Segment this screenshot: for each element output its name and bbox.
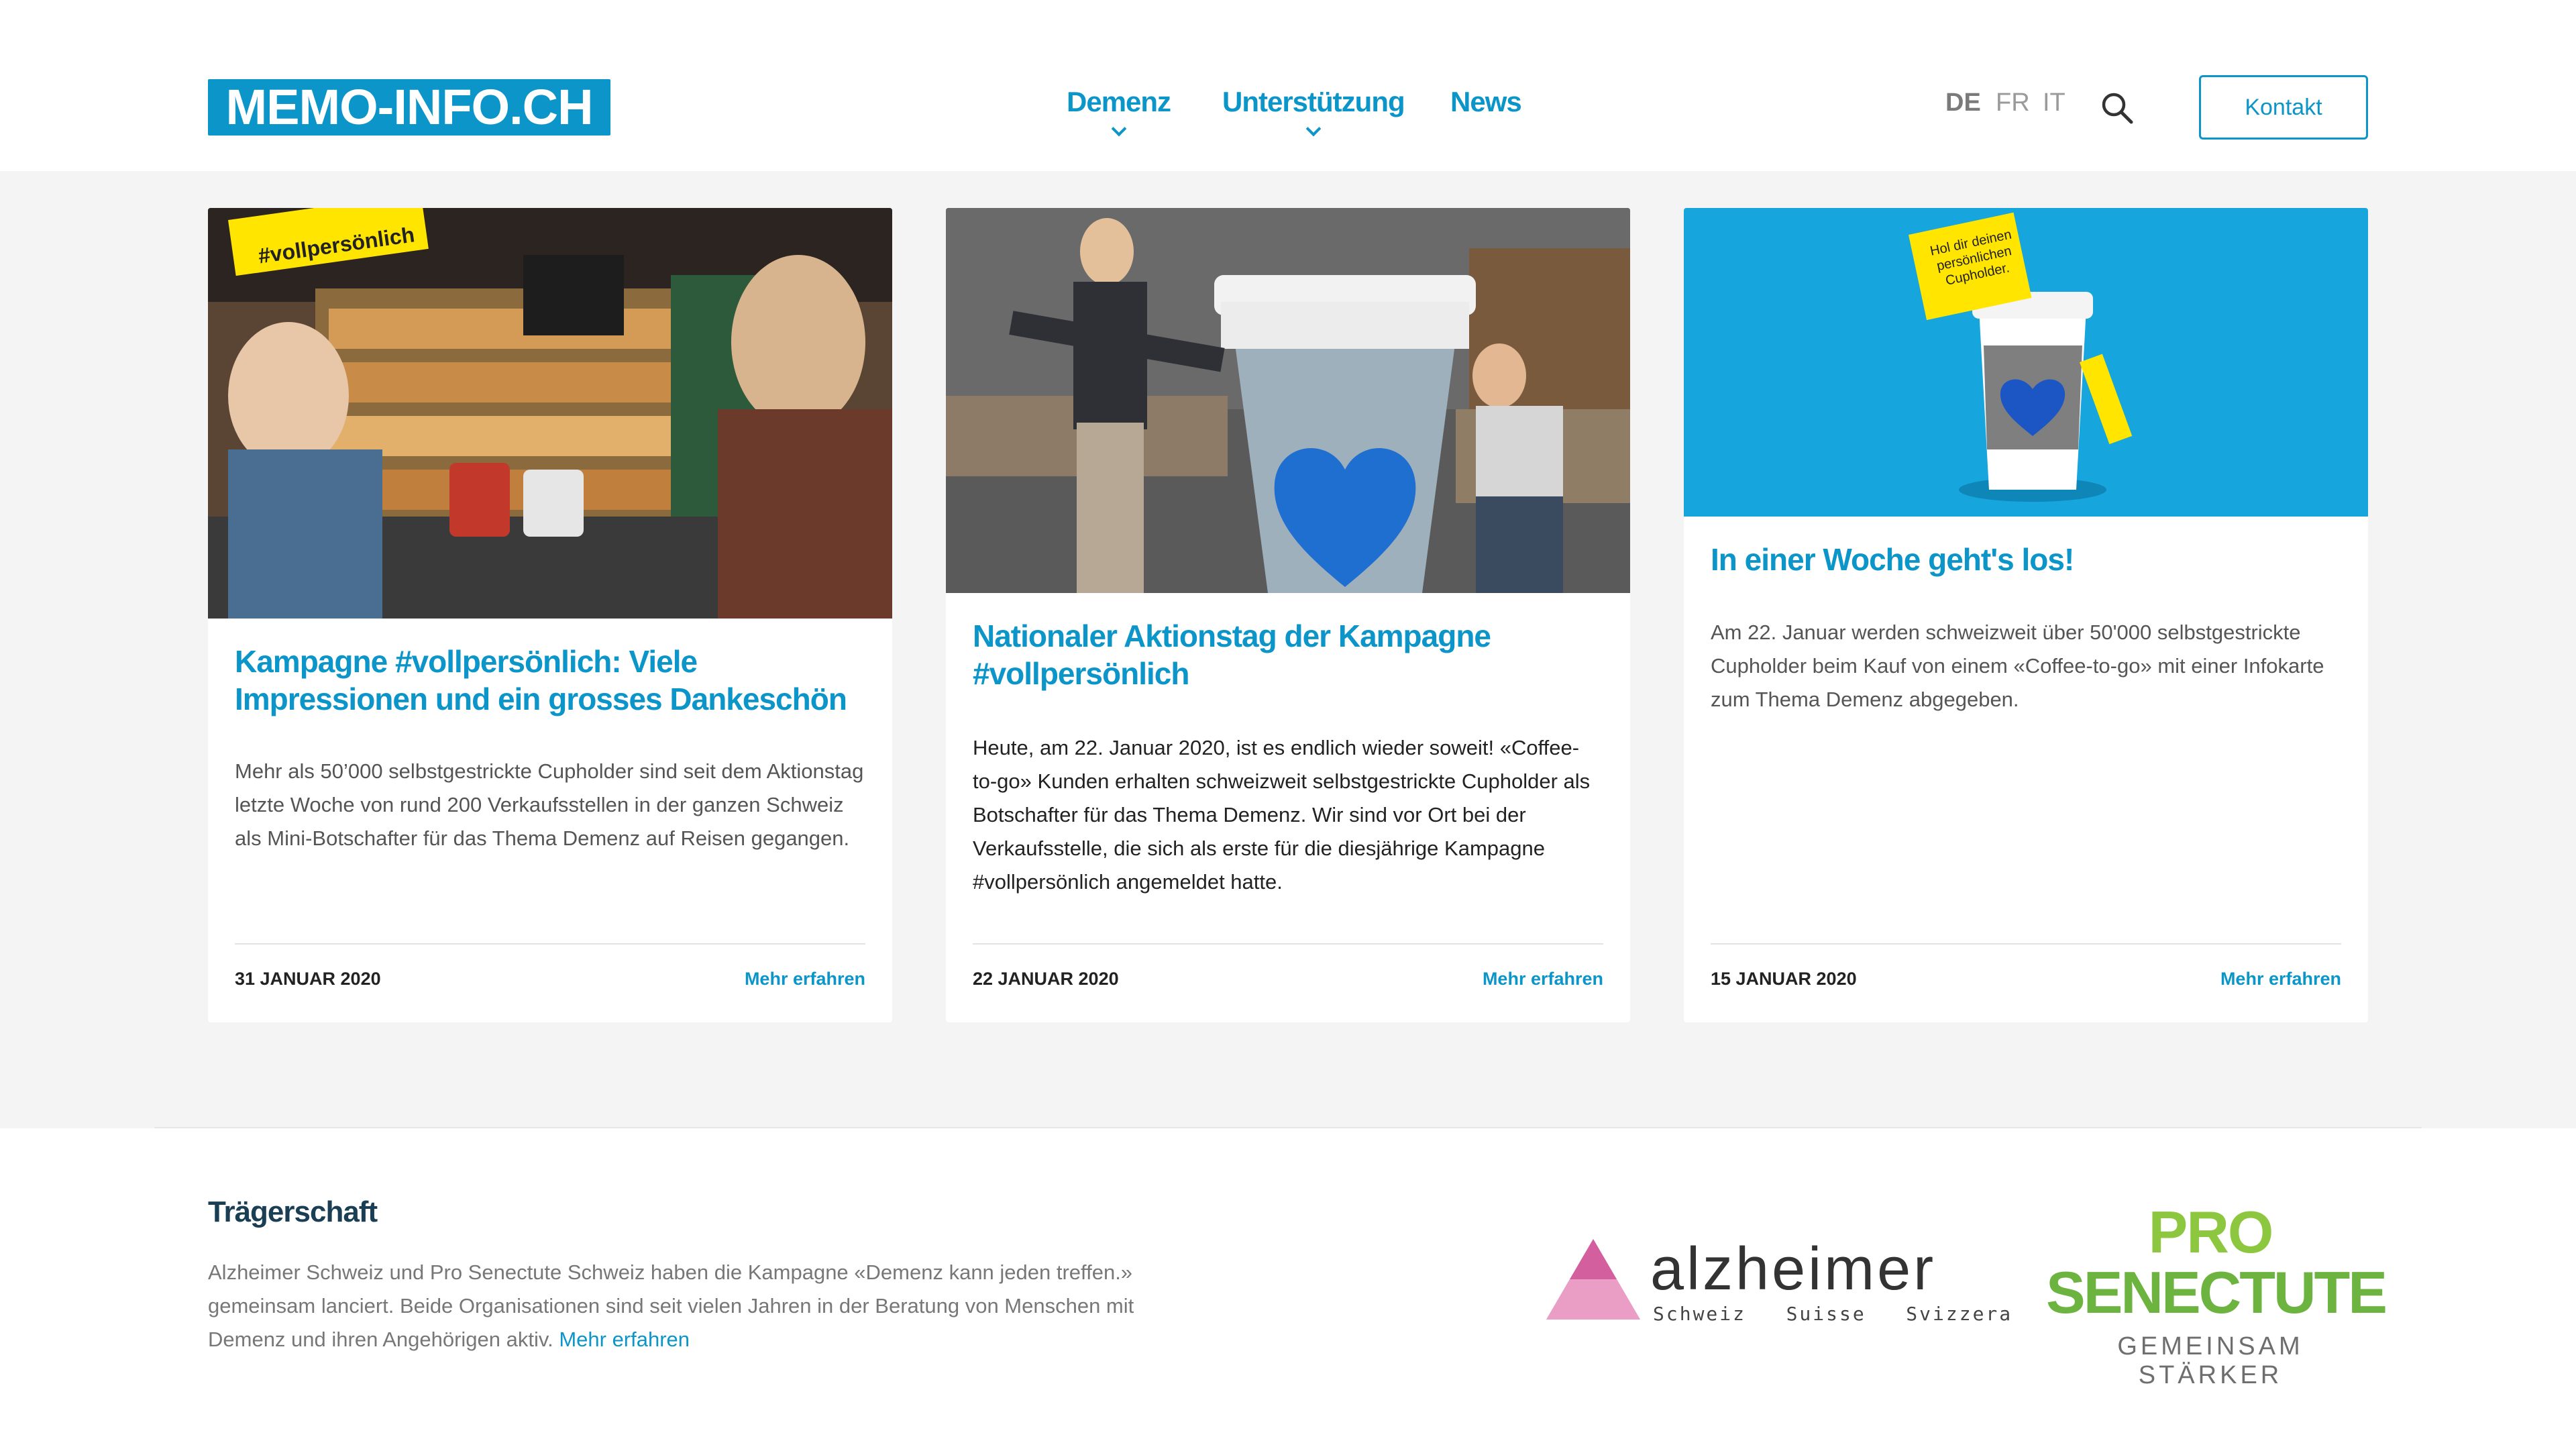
card-text: Am 22. Januar werden schweizweit über 50… [1711, 621, 2324, 711]
card-date: 31 JANUAR 2020 [235, 969, 381, 989]
nav-unterstuetzung[interactable]: Unterstützung [1222, 86, 1405, 137]
card-divider [1711, 943, 2341, 945]
alzheimer-triangle-icon [1546, 1239, 1640, 1320]
card-title[interactable]: In einer Woche geht's los! [1711, 541, 2341, 578]
card-text: Mehr als 50’000 selbstgestrickte Cuphold… [235, 759, 864, 850]
nav-demenz-label: Demenz [1067, 86, 1171, 117]
site-header: MEMO-INFO.CH Demenz Unterstützung News D… [0, 0, 2576, 171]
card-image-cupholder[interactable] [1684, 208, 2368, 517]
lang-fr[interactable]: FR [1996, 89, 2030, 117]
footer-text: Alzheimer Schweiz und Pro Senectute Schw… [208, 1256, 1214, 1356]
more-link[interactable]: Mehr erfahren [2220, 969, 2341, 989]
site-footer: Trägerschaft Alzheimer Schweiz und Pro S… [0, 1128, 2576, 1449]
more-link[interactable]: Mehr erfahren [1483, 969, 1603, 989]
alzheimer-wordmark: alzheimer [1650, 1236, 1937, 1303]
card-date: 15 JANUAR 2020 [1711, 969, 1857, 989]
lang-de[interactable]: DE [1945, 89, 1981, 117]
pro-senectute-line1: PRO [2148, 1199, 2274, 1265]
nav-news-label: News [1450, 86, 1522, 117]
contact-button[interactable]: Kontakt [2199, 75, 2368, 140]
card-text: Heute, am 22. Januar 2020, ist es endlic… [973, 736, 1591, 894]
news-card[interactable]: Hol dir deinen persönlichen Cupholder. I… [1684, 208, 2368, 1022]
footer-more-link[interactable]: Mehr erfahren [559, 1328, 690, 1351]
more-link[interactable]: Mehr erfahren [745, 969, 865, 989]
footer-title: Trägerschaft [208, 1195, 378, 1228]
pro-senectute-logo[interactable]: PRO SENECTUTE GEMEINSAM STÄRKER [2046, 1199, 2387, 1390]
lang-it[interactable]: IT [2043, 89, 2065, 117]
card-date: 22 JANUAR 2020 [973, 969, 1119, 989]
chevron-down-icon [1111, 121, 1126, 137]
card-title[interactable]: Kampagne #vollpersönlich: Viele Impressi… [235, 643, 865, 718]
card-divider [973, 943, 1603, 945]
news-card[interactable]: #vollpersönlich Kampagne #vollpersönlich… [208, 208, 892, 1022]
pro-senectute-line2: SENECTUTE [2046, 1259, 2387, 1326]
nav-unterstuetzung-label: Unterstützung [1222, 86, 1405, 117]
chevron-down-icon [1305, 121, 1322, 137]
nav-demenz[interactable]: Demenz [1067, 86, 1171, 137]
card-divider [235, 943, 865, 945]
card-title[interactable]: Nationaler Aktionstag der Kampagne #voll… [973, 617, 1603, 692]
site-logo[interactable]: MEMO-INFO.CH [208, 79, 610, 136]
nav-news[interactable]: News [1450, 86, 1522, 118]
pro-senectute-tagline: GEMEINSAM STÄRKER [2117, 1332, 2304, 1389]
alzheimer-subline: Schweiz Suisse Svizzera [1653, 1303, 2013, 1325]
search-icon[interactable] [2100, 91, 2135, 125]
alzheimer-logo[interactable]: alzheimer Schweiz Suisse Svizzera [1543, 1236, 2010, 1336]
news-card[interactable]: Nationaler Aktionstag der Kampagne #voll… [946, 208, 1630, 1022]
card-image-giant-cup[interactable] [946, 208, 1630, 593]
